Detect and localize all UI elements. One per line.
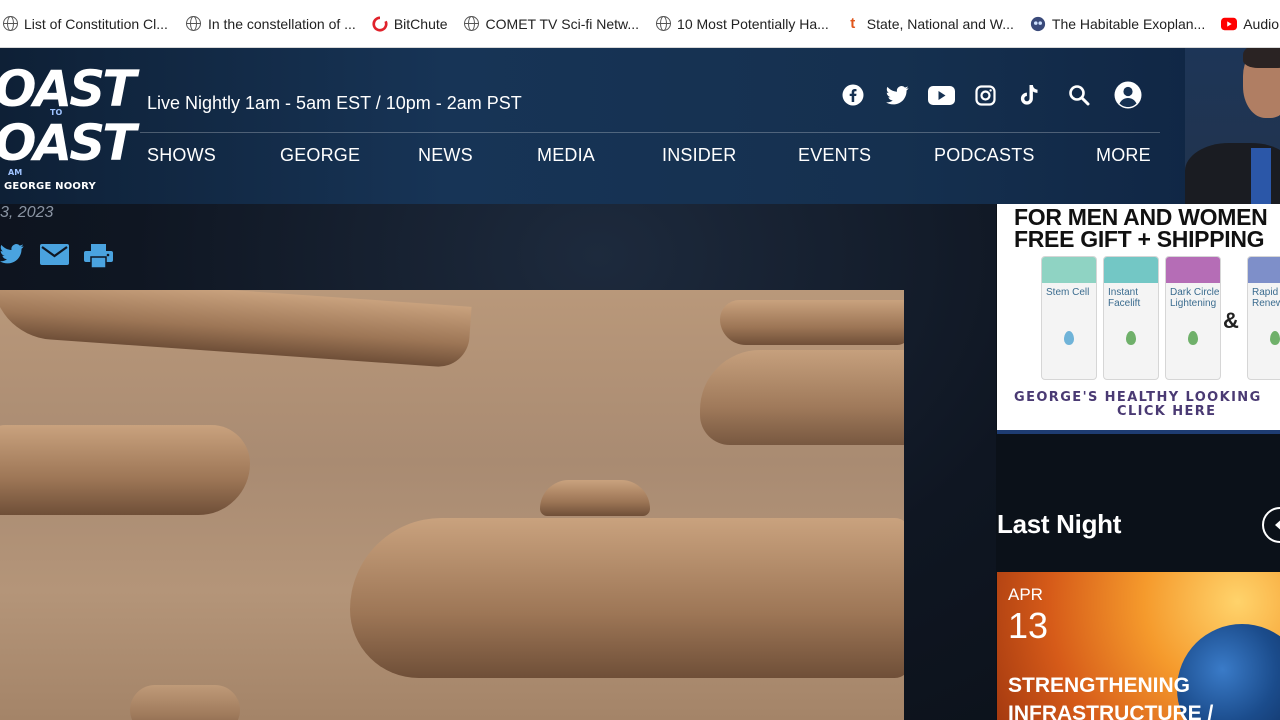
nav-events[interactable]: EVENTS bbox=[798, 145, 871, 166]
show-title-line-1: STRENGTHENING bbox=[1008, 674, 1191, 697]
site-logo[interactable]: OAST TO OAST AM GEORGE NOORY bbox=[0, 64, 136, 194]
broadcast-schedule: Live Nightly 1am - 5am EST / 10pm - 2am … bbox=[147, 93, 522, 113]
youtube-icon[interactable] bbox=[927, 82, 955, 108]
bookmark-label: COMET TV Sci-fi Netw... bbox=[485, 15, 640, 32]
nav-more[interactable]: MORE bbox=[1096, 145, 1151, 166]
bookmark-label: The Habitable Exoplan... bbox=[1051, 15, 1206, 32]
tiktok-icon[interactable] bbox=[1017, 82, 1041, 108]
facebook-icon[interactable] bbox=[841, 82, 865, 108]
show-title-line-2: INFRASTRUCTURE / bbox=[1008, 702, 1214, 720]
ad-headline-2: FREE GIFT + SHIPPING bbox=[1014, 226, 1265, 252]
show-title: STRENGTHENING INFRASTRUCTURE / bbox=[1008, 672, 1213, 720]
bookmark-label: In the constellation of ... bbox=[207, 15, 356, 32]
nav-insider[interactable]: INSIDER bbox=[662, 145, 736, 166]
nav-shows[interactable]: SHOWS bbox=[147, 145, 216, 166]
ad-footer-line-1: GEORGE'S HEALTHY LOOKING bbox=[1014, 390, 1262, 405]
host-photo bbox=[1185, 48, 1280, 204]
instagram-icon[interactable] bbox=[973, 82, 997, 108]
product-bottle: Stem Cell bbox=[1041, 256, 1097, 380]
globe-icon bbox=[655, 16, 671, 32]
last-night-show-card[interactable]: APR 13 STRENGTHENING INFRASTRUCTURE / bbox=[997, 572, 1280, 720]
last-night-heading: Last Night bbox=[997, 509, 1122, 539]
ad-bottom-bar bbox=[997, 430, 1280, 434]
main-navigation: SHOWS GEORGE NEWS MEDIA INSIDER EVENTS P… bbox=[0, 145, 1180, 171]
show-day: 13 bbox=[1008, 605, 1049, 646]
product-name: Stem Cell bbox=[1046, 287, 1090, 298]
product-name: Rapid Renewal bbox=[1252, 287, 1280, 309]
nav-podcasts[interactable]: PODCASTS bbox=[934, 145, 1035, 166]
alien-icon bbox=[1030, 16, 1046, 32]
globe-icon bbox=[186, 16, 202, 32]
bookmark-item[interactable]: 10 Most Potentially Ha... bbox=[649, 11, 839, 37]
bookmark-label: Audio Lib bbox=[1243, 15, 1280, 32]
bookmark-label: BitChute bbox=[393, 15, 448, 32]
logo-line-1: OAST bbox=[0, 60, 136, 118]
email-share-icon[interactable] bbox=[40, 244, 70, 270]
advertisement-banner[interactable]: FOR MEN AND WOMEN FREE GIFT + SHIPPING S… bbox=[997, 204, 1280, 434]
nav-george[interactable]: GEORGE bbox=[280, 145, 360, 166]
ad-ampersand: & bbox=[1223, 308, 1239, 333]
bookmark-item[interactable]: The Habitable Exoplan... bbox=[1024, 11, 1215, 37]
print-share-icon[interactable] bbox=[84, 244, 114, 274]
carousel-prev-button[interactable] bbox=[1262, 507, 1280, 543]
globe-icon bbox=[464, 16, 480, 32]
t-icon: t bbox=[850, 15, 856, 32]
chevron-left-icon bbox=[1275, 520, 1280, 530]
youtube-icon bbox=[1221, 16, 1238, 32]
bookmark-item[interactable]: COMET TV Sci-fi Netw... bbox=[458, 11, 650, 37]
product-bottle: Dark Circle Lightening bbox=[1165, 256, 1221, 380]
product-name: Instant Facelift bbox=[1108, 287, 1141, 309]
bookmark-label: 10 Most Potentially Ha... bbox=[677, 15, 829, 32]
bookmark-item[interactable]: In the constellation of ... bbox=[178, 11, 366, 37]
bookmark-item[interactable]: List of Constitution Cl... bbox=[0, 11, 178, 37]
bookmark-label: List of Constitution Cl... bbox=[24, 15, 168, 32]
search-icon[interactable] bbox=[1067, 82, 1091, 108]
account-icon[interactable] bbox=[1114, 81, 1142, 109]
nav-news[interactable]: NEWS bbox=[418, 145, 473, 166]
bookmarks-bar: List of Constitution Cl... In the conste… bbox=[0, 0, 1280, 48]
bookmark-item[interactable]: BitChute bbox=[366, 11, 458, 37]
product-bottle: Rapid Renewal bbox=[1247, 256, 1280, 380]
bitchute-icon bbox=[372, 15, 388, 32]
logo-host-name: GEORGE NOORY bbox=[4, 181, 96, 192]
site-header bbox=[0, 48, 1280, 204]
show-month: APR bbox=[1008, 585, 1043, 604]
bookmark-item[interactable]: Audio Lib bbox=[1215, 11, 1280, 37]
ad-cta-click-here[interactable]: CLICK HERE bbox=[1117, 404, 1216, 419]
twitter-share-icon[interactable] bbox=[0, 244, 26, 269]
nav-media[interactable]: MEDIA bbox=[537, 145, 595, 166]
bookmark-item[interactable]: t State, National and W... bbox=[839, 11, 1024, 37]
article-hero-image bbox=[0, 290, 904, 720]
product-bottle: Instant Facelift bbox=[1103, 256, 1159, 380]
twitter-icon[interactable] bbox=[885, 82, 909, 108]
product-name: Dark Circle Lightening bbox=[1170, 287, 1220, 309]
header-divider bbox=[140, 132, 1160, 133]
globe-icon bbox=[2, 16, 18, 32]
bookmark-label: State, National and W... bbox=[866, 15, 1014, 32]
article-date: 3, 2023 bbox=[0, 204, 54, 221]
